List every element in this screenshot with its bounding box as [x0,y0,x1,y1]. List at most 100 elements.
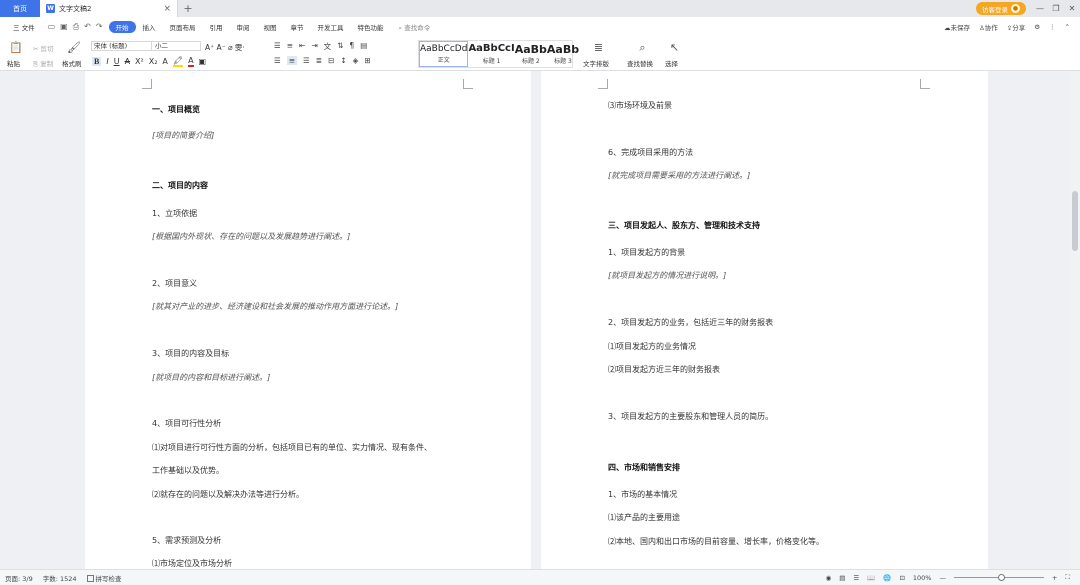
paste-icon[interactable]: 📋 [9,41,23,54]
save-icon[interactable]: ▣ [60,22,68,32]
zoom-out-icon[interactable]: — [939,574,946,582]
style-heading-1[interactable]: AaBbCcI 标题 1 [468,41,514,67]
bold-icon[interactable]: B [92,57,102,66]
fit-page-icon[interactable]: ⊡ [899,574,904,582]
cut-button[interactable]: ✂ 剪切 [33,43,54,53]
style-normal[interactable]: AaBbCcDd 正文 [419,41,469,67]
justify-icon[interactable]: ≣ [316,56,322,65]
reading-view-icon[interactable]: 📖 [867,574,875,582]
font-grow-shrink-icons[interactable]: A⁺ A⁻ ⌀ 雯· [205,42,245,53]
print-icon[interactable]: ⎙ [73,22,79,32]
close-window-button[interactable]: ✕ [1064,0,1080,17]
show-marks-icon[interactable]: ¶ [349,41,354,52]
restore-button[interactable]: ❐ [1048,0,1064,17]
style-normal-label: 正文 [437,57,450,64]
eye-protection-icon[interactable]: ◉ [826,574,832,582]
menu-tab-view[interactable]: 视图 [257,22,284,32]
collaborate-button[interactable]: ♙协作 [979,22,998,32]
indent-icon[interactable]: ⇥ [311,41,317,52]
highlight-icon[interactable]: 🖍 [172,56,184,67]
font-family-select[interactable]: 宋体 (标题) [91,41,155,51]
page-left[interactable]: 一、项目概览 [项目的简要介绍] 二、项目的内容 1、立项依据 [根据国内外现状、存在的… [85,71,531,569]
menu-tab-page-layout[interactable]: 页面布局 [163,22,203,32]
bullets-icon[interactable]: ☰ [274,41,281,52]
format-painter-icon[interactable]: 🖌 [67,41,81,54]
page-view-icon[interactable]: ▤ [839,574,845,582]
table-icon[interactable]: ▤ [360,41,367,52]
text-layout-icon[interactable]: ≣ [592,41,605,54]
more-icon[interactable]: ⋮ [1049,23,1056,31]
margin-corner-mark [598,79,608,89]
menu-tab-review[interactable]: 审阅 [230,22,257,32]
settings-icon[interactable]: ⚙ [1034,23,1040,31]
menu-tab-references[interactable]: 引用 [203,22,230,32]
body-text: 3、项目发起方的主要股东和管理人员的简历。 [608,412,774,421]
select-cursor-icon[interactable]: ↖ [668,41,681,54]
undo-icon[interactable]: ↶ [84,22,91,32]
menu-tab-features[interactable]: 特色功能 [351,22,391,32]
redo-icon[interactable]: ↷ [96,22,103,32]
italic-icon[interactable]: I [106,57,108,66]
line-spacing-icon[interactable]: ↕ [340,56,346,65]
format-painter-button[interactable]: 格式刷 [62,58,82,68]
superscript-icon[interactable]: X² [135,57,144,66]
ribbon-toolbar: 📋 粘贴 ✂ 剪切 ⎘ 复制 🖌 格式刷 宋体 (标题) 小二 A⁺ A⁻ ⌀ … [0,37,1080,71]
open-icon[interactable]: ▭ [48,22,56,32]
menu-tab-insert[interactable]: 插入 [136,22,163,32]
body-text: ⑵本地、国内和出口市场的目前容量、增长率，价格变化等。 [608,537,824,546]
word-count[interactable]: 字数: 1524 [43,573,77,583]
spell-check-toggle[interactable]: 拼写检查 [86,573,122,583]
document-tab[interactable]: W 文字文稿2 × [40,0,178,17]
style-heading-3[interactable]: AaBb 标题 3 [547,41,579,67]
outdent-icon[interactable]: ⇤ [299,41,305,52]
fullscreen-icon[interactable]: ⛶ [1065,573,1070,582]
char-border-icon[interactable]: ▣ [199,57,207,66]
align-center-icon[interactable]: ≡ [286,56,298,65]
zoom-level[interactable]: 100% [913,574,932,582]
unsaved-button[interactable]: ☁未保存 [944,22,970,32]
menu-tab-developer[interactable]: 开发工具 [311,22,351,32]
file-menu[interactable]: 三 文件 [6,22,42,32]
find-replace-icon[interactable]: ⌕ [636,41,649,54]
zoom-slider-knob[interactable] [997,574,1005,581]
outline-view-icon[interactable]: ☰ [853,574,859,582]
zoom-slider[interactable] [953,574,1044,581]
select-button[interactable]: 选择 [665,58,678,68]
vertical-scrollbar[interactable] [1070,71,1080,569]
page-indicator[interactable]: 页面: 3/9 [5,573,33,583]
minimize-button[interactable]: — [1032,0,1048,17]
chinese-layout-icon[interactable]: 文 [324,41,332,52]
scrollbar-thumb[interactable] [1072,191,1078,251]
text-effect-icon[interactable]: A [162,57,167,66]
command-search[interactable]: ⌕ 查找命令 [391,22,431,33]
subscript-icon[interactable]: X₂ [149,57,158,66]
zoom-in-icon[interactable]: + [1052,574,1057,582]
paste-button[interactable]: 粘贴 [7,58,20,68]
strikethrough-icon[interactable]: A [125,57,130,66]
home-tab[interactable]: 首页 [0,0,40,17]
find-replace-button[interactable]: 查找替换 [627,58,653,68]
borders-icon[interactable]: ⊞ [364,56,370,65]
share-button[interactable]: ⇪分享 [1007,22,1025,32]
align-right-icon[interactable]: ☰ [303,56,310,65]
collapse-ribbon-icon[interactable]: ⌃ [1065,23,1070,31]
guest-login-button[interactable]: 访客登录 ● [976,2,1026,15]
document-tab-title: 文字文稿2 [59,4,92,13]
menu-tab-home[interactable]: 开始 [108,21,136,33]
text-layout-button[interactable]: 文字排版 [583,58,609,68]
underline-icon[interactable]: U [114,57,120,66]
web-view-icon[interactable]: 🌐 [883,574,891,582]
align-left-icon[interactable]: ☰ [274,56,281,65]
menu-tab-section[interactable]: 章节 [284,22,311,32]
shading-icon[interactable]: ◈ [353,56,359,65]
numbering-icon[interactable]: ≡ [287,41,293,52]
distributed-icon[interactable]: ⊟ [328,56,334,65]
close-tab-icon[interactable]: × [163,4,171,14]
copy-button[interactable]: ⎘ 复制 [33,58,53,69]
new-tab-button[interactable]: + [178,0,198,17]
sort-icon[interactable]: ⇅ [337,41,343,52]
font-size-select[interactable]: 小二 [151,41,201,51]
page-right[interactable]: ⑶市场环境及前景 6、完成项目采用的方法 [就完成项目需要采用的方法进行阐述。] 三、… [541,71,988,569]
style-heading-2[interactable]: AaBb 标题 2 [515,41,547,67]
font-color-icon[interactable]: A [188,56,194,67]
